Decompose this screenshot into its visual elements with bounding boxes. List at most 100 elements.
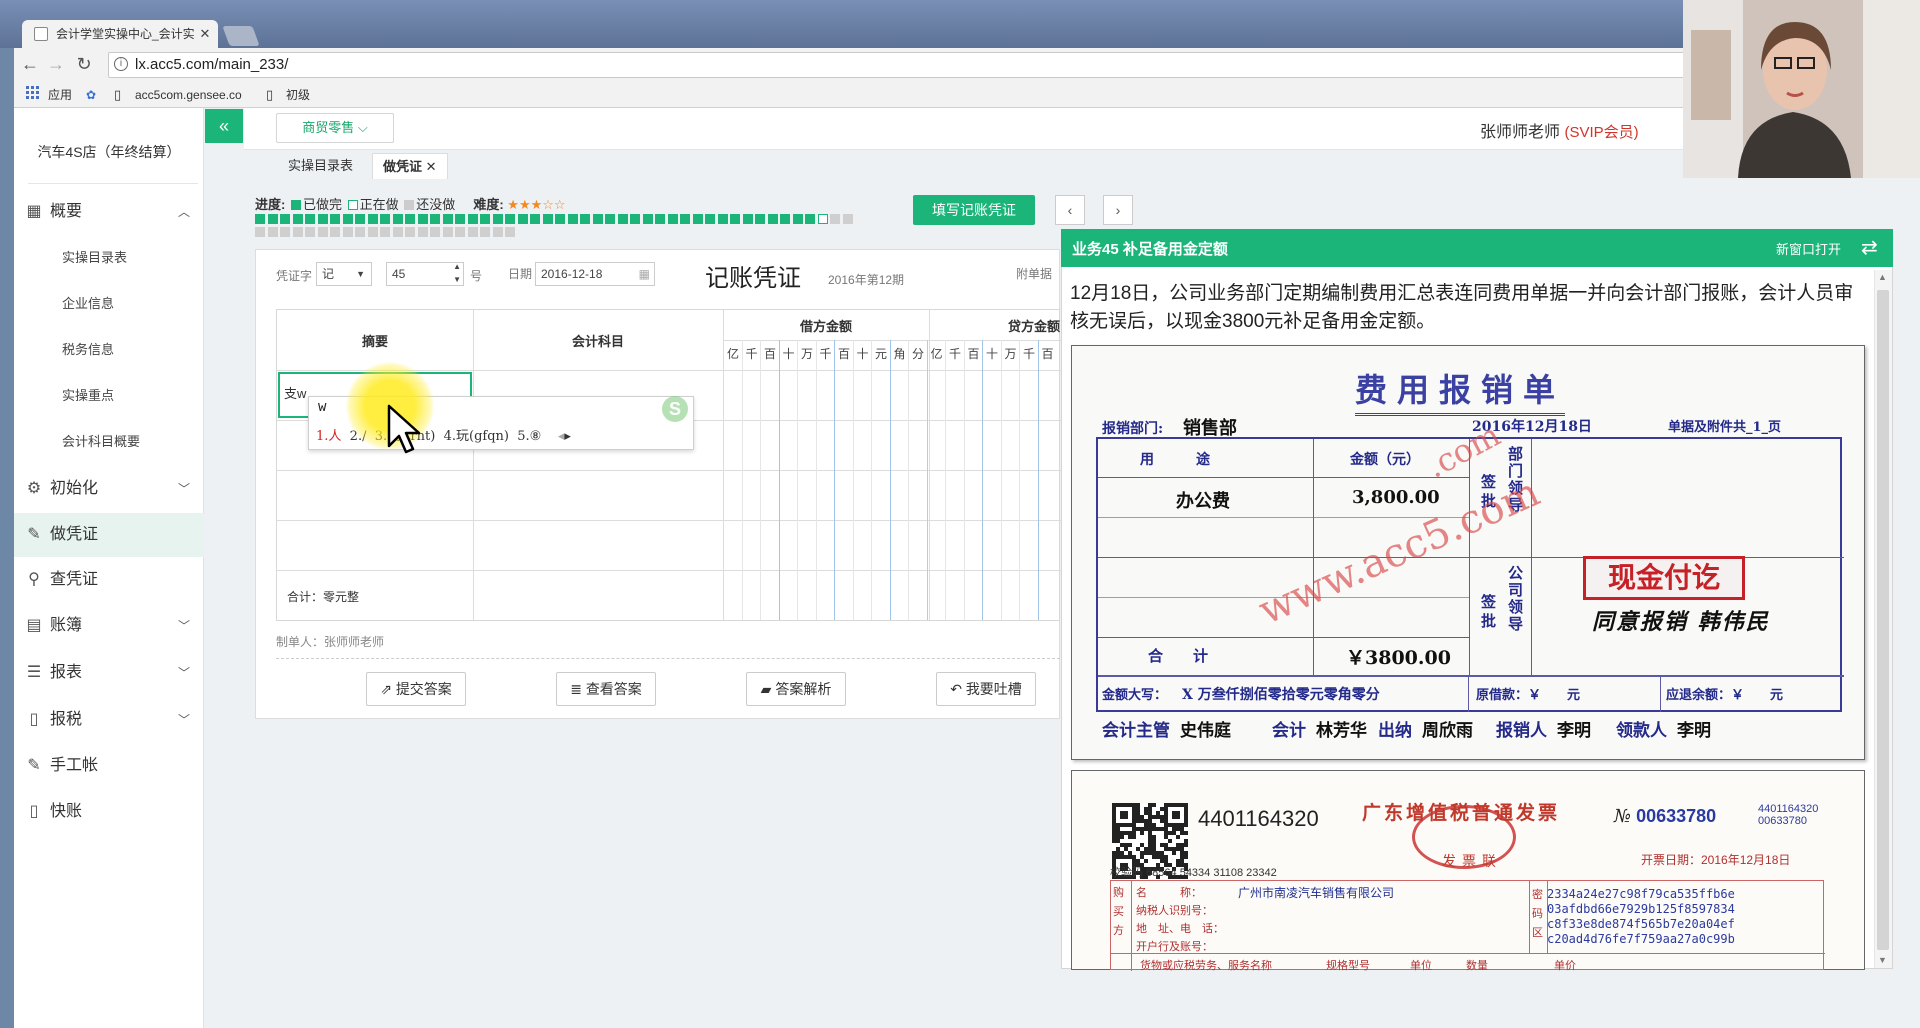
progress-cell[interactable] bbox=[630, 214, 640, 224]
progress-cell[interactable] bbox=[705, 214, 715, 224]
progress-cell[interactable] bbox=[580, 214, 590, 224]
progress-cell[interactable] bbox=[255, 227, 265, 237]
progress-cell[interactable] bbox=[730, 214, 740, 224]
sidebar-item-key-points[interactable]: 实操重点 bbox=[14, 373, 204, 419]
progress-cell[interactable] bbox=[780, 214, 790, 224]
sidebar-item-company-info[interactable]: 企业信息 bbox=[14, 281, 204, 327]
bookmark-gensee[interactable]: acc5com.gensee.co bbox=[135, 86, 251, 104]
voucher-number-input[interactable]: 45 ▲ ▼ bbox=[386, 262, 464, 286]
sidebar-item-accounts-overview[interactable]: 会计科目概要 bbox=[14, 419, 204, 465]
progress-cell[interactable] bbox=[317, 227, 328, 237]
progress-cell[interactable] bbox=[505, 227, 515, 237]
prev-button[interactable]: ‹ bbox=[1055, 195, 1085, 225]
progress-cell[interactable] bbox=[480, 227, 490, 237]
swap-icon[interactable]: ⇄ bbox=[1861, 235, 1878, 260]
forward-arrow-icon[interactable]: → bbox=[44, 52, 68, 76]
progress-cell[interactable] bbox=[792, 214, 803, 224]
sidebar-item-tax-info[interactable]: 税务信息 bbox=[14, 327, 204, 373]
progress-cell[interactable] bbox=[605, 214, 615, 224]
progress-cell[interactable] bbox=[680, 214, 690, 224]
view-answer-button[interactable]: ≣ 查看答案 bbox=[556, 672, 656, 706]
progress-cell[interactable] bbox=[255, 214, 265, 224]
sidebar-item-catalog[interactable]: 实操目录表 bbox=[14, 235, 204, 281]
progress-cell[interactable] bbox=[280, 214, 290, 224]
progress-cell[interactable] bbox=[692, 214, 703, 224]
sidebar-item-init[interactable]: ⚙ 初始化 ﹀ bbox=[14, 467, 204, 511]
progress-cell[interactable] bbox=[455, 214, 465, 224]
progress-cell[interactable] bbox=[442, 214, 453, 224]
browser-tab[interactable]: 会计学堂实操中心_会计实 bbox=[22, 20, 218, 48]
progress-cell[interactable] bbox=[755, 214, 765, 224]
progress-cell[interactable] bbox=[530, 214, 540, 224]
scroll-down-icon[interactable]: ▼ bbox=[1878, 955, 1887, 965]
progress-cell[interactable] bbox=[380, 227, 390, 237]
progress-cell[interactable] bbox=[292, 227, 303, 237]
bookmark-paw-icon[interactable]: ✿ bbox=[86, 86, 96, 104]
progress-cell[interactable] bbox=[330, 227, 340, 237]
progress-cell[interactable] bbox=[292, 214, 303, 224]
collapse-sidebar-button[interactable]: « bbox=[205, 109, 243, 143]
progress-cell[interactable] bbox=[492, 214, 503, 224]
feedback-button[interactable]: ↶ 我要吐槽 bbox=[936, 672, 1036, 706]
progress-cell[interactable] bbox=[455, 227, 465, 237]
progress-cell[interactable] bbox=[267, 227, 278, 237]
progress-cell[interactable] bbox=[367, 214, 378, 224]
scroll-up-icon[interactable]: ▲ bbox=[1878, 272, 1887, 282]
voucher-word-select[interactable]: 记 ▼ bbox=[316, 262, 372, 286]
progress-cell[interactable] bbox=[842, 214, 853, 224]
progress-cell[interactable] bbox=[467, 227, 478, 237]
progress-cell[interactable] bbox=[505, 214, 515, 224]
progress-cell[interactable] bbox=[642, 214, 653, 224]
progress-cell[interactable] bbox=[817, 214, 828, 224]
submit-answer-button[interactable]: ⇗ 提交答案 bbox=[366, 672, 466, 706]
progress-cell[interactable] bbox=[542, 214, 553, 224]
industry-dropdown[interactable]: 商贸零售 ⌵ bbox=[276, 113, 394, 143]
sidebar-item-overview[interactable]: ▦ 概要 ︿ bbox=[14, 190, 204, 234]
next-button[interactable]: › bbox=[1103, 195, 1133, 225]
progress-cell[interactable] bbox=[267, 214, 278, 224]
progress-cell[interactable] bbox=[355, 214, 365, 224]
progress-cell[interactable] bbox=[517, 214, 528, 224]
progress-cell[interactable] bbox=[467, 214, 478, 224]
progress-cell[interactable] bbox=[342, 214, 353, 224]
progress-cell[interactable] bbox=[430, 214, 440, 224]
sidebar-item-check-voucher[interactable]: ⚲ 查凭证 bbox=[14, 558, 204, 602]
progress-cell[interactable] bbox=[592, 214, 603, 224]
progress-cell[interactable] bbox=[555, 214, 565, 224]
progress-cell[interactable] bbox=[717, 214, 728, 224]
progress-cell[interactable] bbox=[417, 227, 428, 237]
sidebar-item-make-voucher[interactable]: ✎ 做凭证 bbox=[14, 513, 204, 557]
progress-cell[interactable] bbox=[405, 227, 415, 237]
progress-cell[interactable] bbox=[405, 214, 415, 224]
progress-cell[interactable] bbox=[280, 227, 290, 237]
progress-cell[interactable] bbox=[742, 214, 753, 224]
tab-make-voucher[interactable]: 做凭证 ✕ bbox=[372, 153, 448, 179]
progress-cell[interactable] bbox=[330, 214, 340, 224]
progress-cell[interactable] bbox=[355, 227, 365, 237]
progress-cell[interactable] bbox=[305, 227, 315, 237]
scrollbar-thumb[interactable] bbox=[1877, 290, 1889, 950]
bookmark-apps[interactable]: 应用 bbox=[48, 86, 72, 104]
progress-cell[interactable] bbox=[430, 227, 440, 237]
progress-cell[interactable] bbox=[567, 214, 578, 224]
close-icon[interactable]: ✕ bbox=[426, 159, 437, 174]
sidebar-item-ledger[interactable]: ▤ 账簿 ﹀ bbox=[14, 604, 204, 648]
sidebar-item-quick-ledger[interactable]: ▯ 快账 bbox=[14, 790, 204, 834]
progress-cell[interactable] bbox=[617, 214, 628, 224]
info-icon[interactable]: i bbox=[114, 57, 128, 71]
sidebar-item-tax-filing[interactable]: ▯ 报税 ﹀ bbox=[14, 698, 204, 742]
answer-analysis-button[interactable]: ▰ 答案解析 bbox=[746, 672, 846, 706]
progress-cell[interactable] bbox=[380, 214, 390, 224]
progress-cell[interactable] bbox=[767, 214, 778, 224]
user-name[interactable]: 张师师老师 (SVIP会员) bbox=[1480, 118, 1639, 142]
date-input[interactable]: 2016-12-18 ▦ bbox=[535, 262, 655, 286]
progress-cell[interactable] bbox=[480, 214, 490, 224]
fill-voucher-button[interactable]: 填写记账凭证 bbox=[913, 195, 1035, 225]
progress-cell[interactable] bbox=[442, 227, 453, 237]
sidebar-item-reports[interactable]: ☰ 报表 ﹀ bbox=[14, 651, 204, 695]
address-bar[interactable]: lx.acc5.com/main_233/ bbox=[108, 52, 1708, 78]
bookmark-chuji[interactable]: 初级 bbox=[286, 86, 310, 104]
progress-cell[interactable] bbox=[667, 214, 678, 224]
progress-cell[interactable] bbox=[392, 227, 403, 237]
progress-cell[interactable] bbox=[805, 214, 815, 224]
